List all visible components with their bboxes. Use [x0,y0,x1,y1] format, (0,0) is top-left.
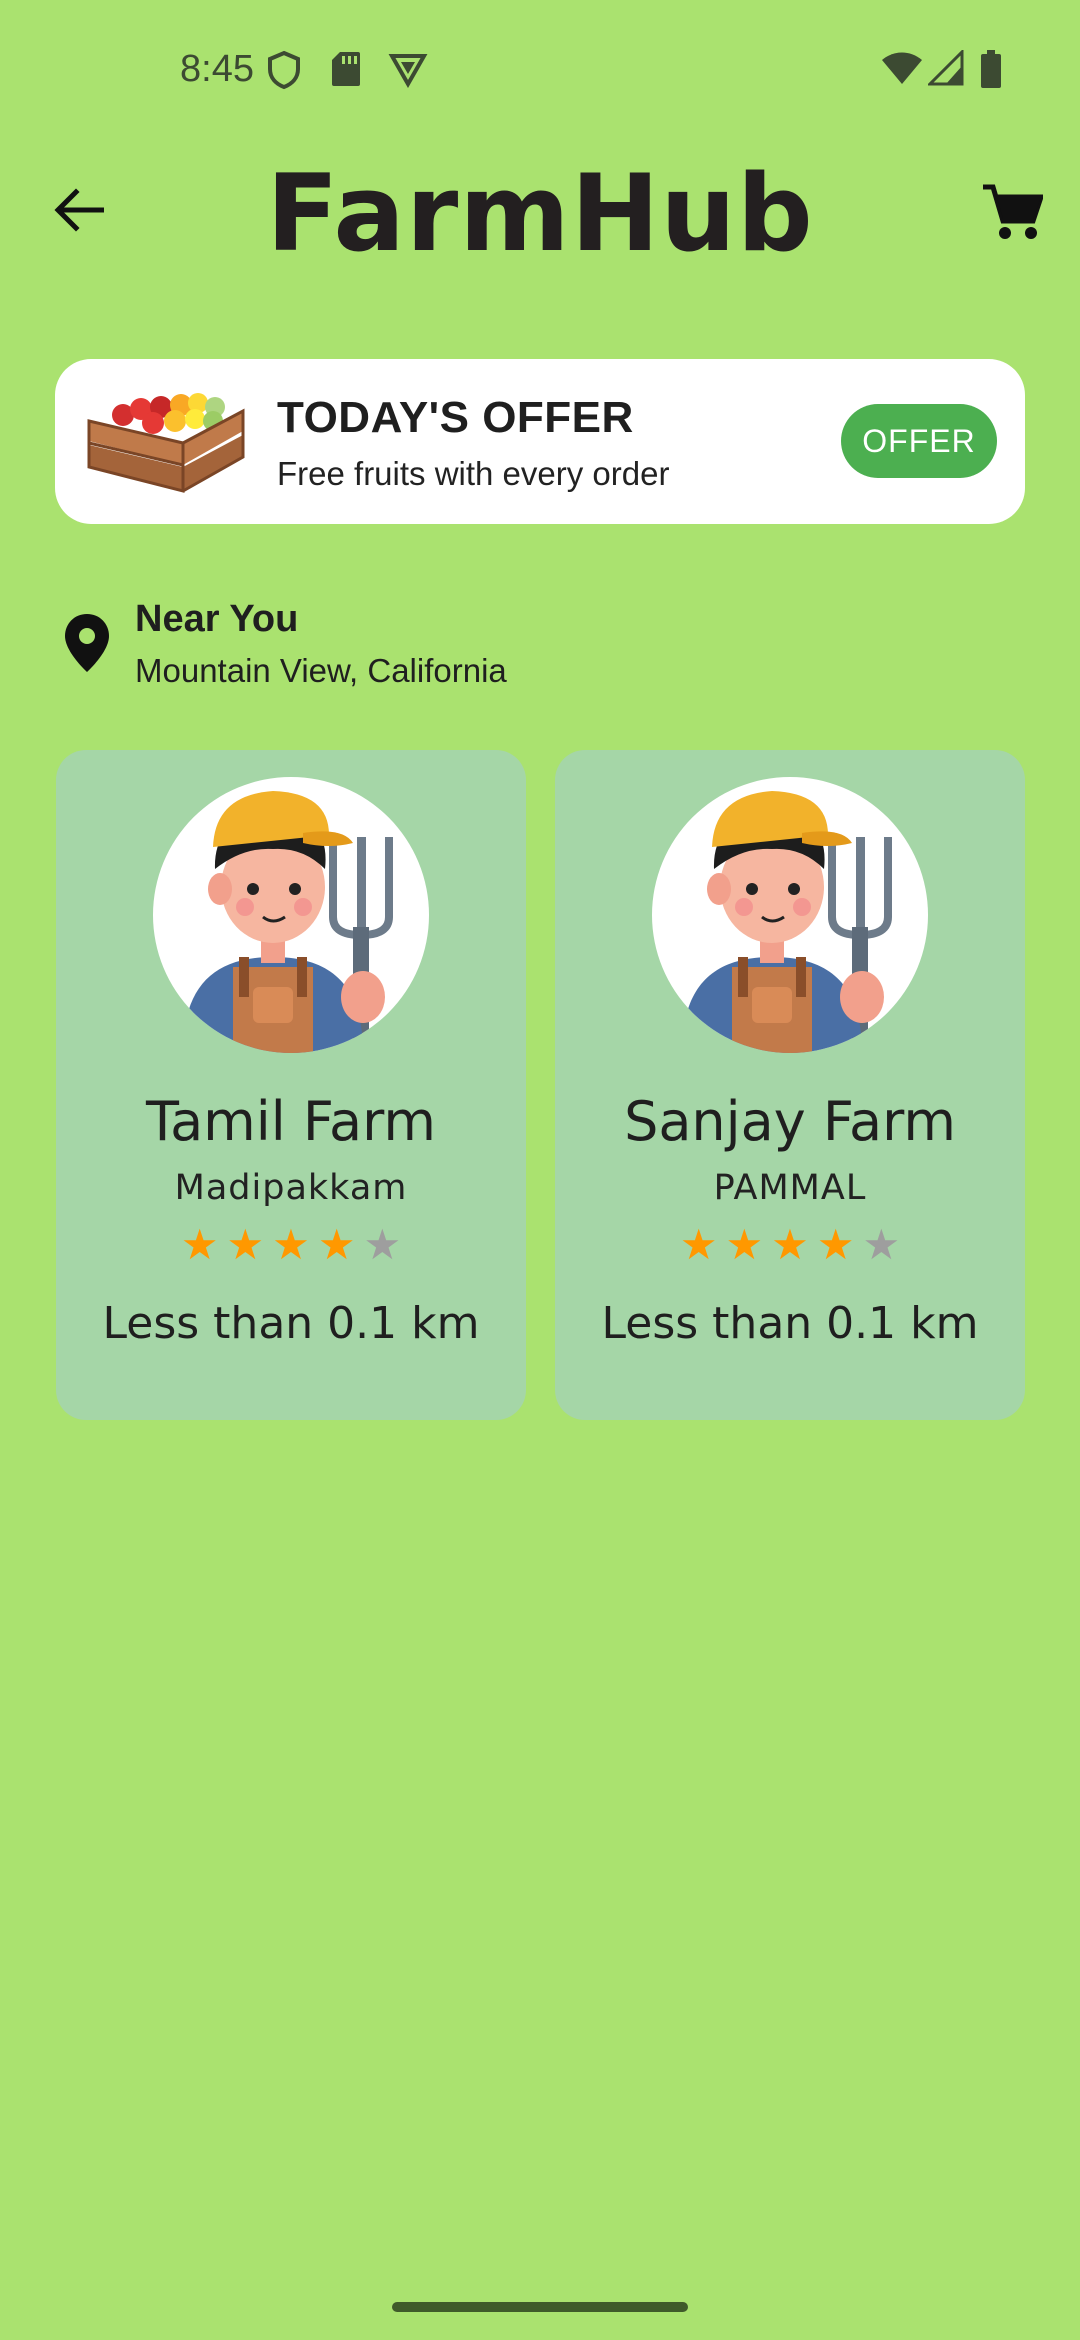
app-title: FarmHub [266,152,814,275]
home-indicator[interactable] [392,2302,688,2312]
star-icon: ★ [679,1221,718,1268]
farmer-avatar [153,777,429,1053]
offer-card[interactable]: TODAY'S OFFER Free fruits with every ord… [55,359,1025,524]
star-icon: ★ [180,1221,219,1268]
farm-distance: Less than 0.1 km [102,1298,480,1349]
status-bar: 8:45 [0,0,1080,140]
app-screen: 8:45 FarmHub TODAY'S OFFER Free fruits w… [0,0,1080,2340]
signal-icon [926,48,964,91]
offer-title: TODAY'S OFFER [277,393,634,442]
location-pin-icon [62,612,112,674]
location-title: Near You [135,598,299,640]
star-empty-icon: ★ [363,1221,402,1268]
wifi-icon [880,50,924,91]
offer-button[interactable]: OFFER [841,404,997,478]
star-empty-icon: ★ [862,1221,901,1268]
rating-stars: ★ ★ ★ ★ ★ [56,1224,526,1266]
farm-distance: Less than 0.1 km [601,1298,979,1349]
cart-button[interactable] [972,172,1052,252]
farm-area: PAMMAL [713,1168,867,1208]
farmer-avatar [652,777,928,1053]
location-subtitle: Mountain View, California [135,652,507,689]
rating-stars: ★ ★ ★ ★ ★ [555,1224,1025,1266]
star-icon: ★ [816,1221,855,1268]
star-icon: ★ [226,1221,265,1268]
farm-name: Tamil Farm [146,1090,436,1153]
sd-card-icon [330,50,362,93]
fruit-crate-image [83,387,248,497]
shield-icon [266,50,302,95]
battery-icon [980,50,1002,93]
farm-name: Sanjay Farm [624,1090,956,1153]
status-time: 8:45 [180,48,254,90]
vpn-icon [388,50,428,93]
star-icon: ★ [317,1221,356,1268]
star-icon: ★ [725,1221,764,1268]
star-icon: ★ [272,1221,310,1268]
star-icon: ★ [771,1221,809,1268]
farm-card[interactable]: Tamil Farm Madipakkam ★ ★ ★ ★ ★ Less tha… [56,750,526,1420]
farm-card[interactable]: Sanjay Farm PAMMAL ★ ★ ★ ★ ★ Less than 0… [555,750,1025,1420]
offer-subtitle: Free fruits with every order [277,455,670,492]
farm-area: Madipakkam [174,1168,408,1208]
shopping-cart-icon [983,184,1043,239]
